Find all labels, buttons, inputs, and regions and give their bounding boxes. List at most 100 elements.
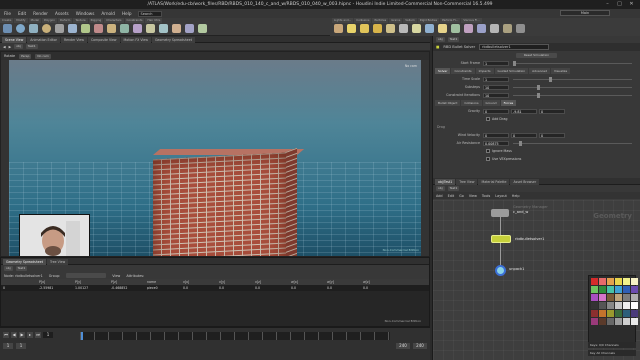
tab-advanced[interactable]: Advanced <box>529 68 550 74</box>
network-menu-go[interactable]: Go <box>459 194 464 198</box>
table-row[interactable]: 0 -2.55981 1.00127 -0.468852 piece0 0.0 … <box>1 285 429 291</box>
color-swatch[interactable] <box>599 310 606 317</box>
tab-animation-editor[interactable]: Animation Editor <box>27 37 60 43</box>
color-swatch[interactable] <box>591 302 598 309</box>
start-frame-input[interactable]: 1 <box>483 60 509 66</box>
tab-tree-view[interactable]: Tree View <box>46 259 69 265</box>
path-tool-icon[interactable] <box>133 24 142 33</box>
node-name-field[interactable]: rbdbulletsolver1 <box>479 44 550 50</box>
back-arrow-icon[interactable]: ◀ <box>3 45 6 49</box>
sphere-tool-icon[interactable] <box>16 24 25 33</box>
rbd-bullet-solver-node[interactable] <box>491 235 511 243</box>
color-swatch[interactable] <box>615 294 622 301</box>
shelf-tab[interactable]: Particle Fl... <box>440 18 461 23</box>
color-swatch[interactable] <box>607 310 614 317</box>
tab-ground[interactable]: Ground <box>482 100 500 106</box>
color-swatch[interactable] <box>615 310 622 317</box>
shelf-tab[interactable]: Modify <box>14 18 28 23</box>
shelf-tab[interactable]: Lights and... <box>332 18 354 23</box>
start-frame-slider[interactable] <box>513 60 632 66</box>
color-swatch[interactable] <box>591 278 598 285</box>
desktop-selector[interactable]: Main <box>560 10 610 16</box>
time-scale-slider[interactable] <box>513 76 632 82</box>
end-frame-field[interactable]: 240 <box>396 343 410 349</box>
color-swatch[interactable] <box>631 302 638 309</box>
reset-simulation-button[interactable]: Reset Simulation <box>515 52 558 58</box>
unpack-node[interactable] <box>495 265 506 276</box>
jump-start-icon[interactable]: ⏮ <box>3 332 9 338</box>
gravity-x-input[interactable]: 0 <box>483 108 509 114</box>
object-merge-node[interactable] <box>491 209 509 217</box>
menu-arnold[interactable]: Arnold <box>100 11 116 16</box>
tab-composite-view[interactable]: Composite View <box>87 37 120 43</box>
start-frame-field[interactable]: 1 <box>3 343 13 349</box>
menu-render[interactable]: Render <box>32 11 49 16</box>
tab-geometry-spreadsheet[interactable]: Geometry Spreadsheet <box>3 259 46 265</box>
shelf-tab[interactable]: Rigging <box>88 18 104 23</box>
vr-camera-icon[interactable] <box>516 24 525 33</box>
network-menu-layout[interactable]: Layout <box>495 194 507 198</box>
shelf-tab[interactable]: Particles <box>372 18 389 23</box>
shelf-tab[interactable]: Polygon <box>41 18 57 23</box>
grid-tool-icon[interactable] <box>55 24 64 33</box>
color-swatch[interactable] <box>623 302 630 309</box>
menu-edit[interactable]: Edit <box>17 11 27 16</box>
path-test1[interactable]: Test1 <box>447 186 460 191</box>
air-resistance-input[interactable]: 0.00875 <box>483 140 509 146</box>
timeline-track[interactable] <box>80 332 390 340</box>
color-swatch[interactable] <box>599 302 606 309</box>
camera-tool-icon[interactable] <box>334 24 343 33</box>
path-obj[interactable]: obj <box>436 37 445 42</box>
network-menu-view[interactable]: View <box>469 194 477 198</box>
substeps-input[interactable]: 10 <box>483 84 509 90</box>
torus-tool-icon[interactable] <box>42 24 51 33</box>
color-swatch[interactable] <box>599 286 606 293</box>
geometry-light-icon[interactable] <box>386 24 395 33</box>
network-menu-edit[interactable]: Edit <box>448 194 455 198</box>
tab-visualize[interactable]: Visualize <box>551 68 571 74</box>
viewport-right-toolbar[interactable] <box>421 60 429 256</box>
use-vex-checkbox[interactable] <box>486 157 490 161</box>
null-tool-icon[interactable] <box>68 24 77 33</box>
spray-paint-tool-icon[interactable] <box>146 24 155 33</box>
curve-tool-icon[interactable] <box>107 24 116 33</box>
time-scale-input[interactable]: 1 <box>483 76 509 82</box>
gravity-y-input[interactable]: -9.81 <box>511 108 537 114</box>
tab-motion-fx-view[interactable]: Motion FX View <box>120 37 151 43</box>
network-menu-add[interactable]: Add <box>436 194 443 198</box>
point-light-icon[interactable] <box>347 24 356 33</box>
step-back-icon[interactable]: ◀ <box>11 332 17 338</box>
substeps-slider[interactable] <box>513 84 632 90</box>
color-swatch[interactable] <box>591 286 598 293</box>
camera-menu[interactable]: No cam <box>35 53 51 59</box>
frame-field[interactable]: 1 <box>43 332 53 338</box>
timeline-cursor[interactable] <box>81 332 83 340</box>
volume-light-icon[interactable] <box>399 24 408 33</box>
viewport-left-toolbar[interactable] <box>1 60 9 256</box>
color-swatch[interactable] <box>607 302 614 309</box>
spiral-tool-icon[interactable] <box>198 24 207 33</box>
maximize-button[interactable]: □ <box>615 1 624 7</box>
constraint-iterations-slider[interactable] <box>513 92 632 98</box>
color-swatch[interactable] <box>607 286 614 293</box>
color-swatch[interactable] <box>623 294 630 301</box>
color-swatch[interactable] <box>599 318 606 325</box>
shelf-tab[interactable]: Viscous Fl... <box>461 18 482 23</box>
tab-constraints[interactable]: Constraints <box>451 68 475 74</box>
distant-light-icon[interactable] <box>412 24 421 33</box>
menu-help[interactable]: Help <box>121 11 133 16</box>
file-tool-icon[interactable] <box>185 24 194 33</box>
tab-guided-simulation[interactable]: Guided Simulation <box>494 68 529 74</box>
color-swatch[interactable] <box>591 310 598 317</box>
network-menu-tools[interactable]: Tools <box>482 194 490 198</box>
ignore-mass-checkbox[interactable] <box>486 149 490 153</box>
color-swatch[interactable] <box>623 310 630 317</box>
air-resistance-slider[interactable] <box>513 140 632 146</box>
color-swatch[interactable] <box>607 294 614 301</box>
path-test1[interactable]: Test1 <box>25 44 38 49</box>
constraint-iterations-input[interactable]: 10 <box>483 92 509 98</box>
shelf-tab[interactable]: Collisions <box>354 18 372 23</box>
start-frame-field-2[interactable]: 1 <box>16 343 26 349</box>
spot-light-icon[interactable] <box>360 24 369 33</box>
tube-tool-icon[interactable] <box>29 24 38 33</box>
